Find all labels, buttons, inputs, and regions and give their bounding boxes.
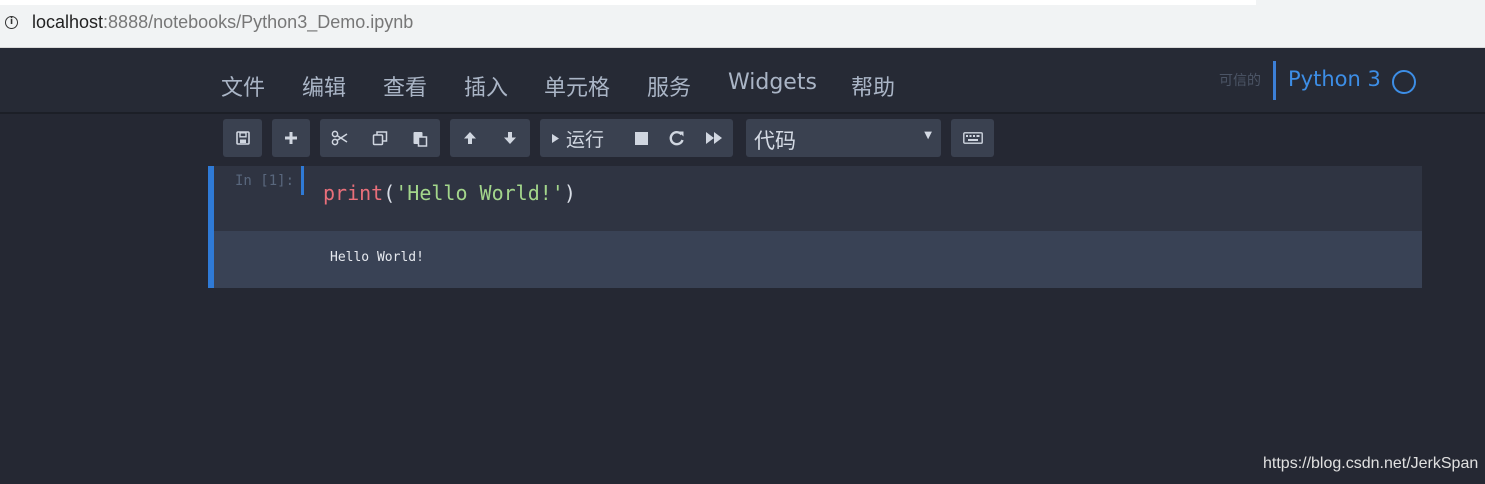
kernel-name[interactable]: Python 3 (1288, 67, 1381, 91)
kernel-status-icon (1392, 70, 1416, 94)
stop-icon (634, 131, 649, 146)
chevron-down-icon: ▼ (924, 130, 932, 141)
run-button-group: 运行 (540, 119, 733, 157)
url-path: :8888/notebooks/Python3_Demo.ipynb (103, 12, 414, 32)
code-function: print (323, 181, 384, 205)
paste-button[interactable] (400, 119, 440, 157)
menu-insert[interactable]: 插入 (464, 70, 508, 102)
cut-icon (331, 130, 349, 146)
kernel-divider (1273, 61, 1276, 100)
url-text[interactable]: localhost:8888/notebooks/Python3_Demo.ip… (32, 12, 413, 33)
menu-help[interactable]: 帮助 (851, 70, 895, 102)
info-icon[interactable]: i (5, 16, 18, 29)
cut-button[interactable] (320, 119, 360, 157)
restart-icon (669, 130, 685, 146)
menu-widgets[interactable]: Widgets (728, 70, 817, 95)
restart-run-all-button[interactable] (695, 119, 733, 157)
plus-icon (284, 131, 298, 145)
url-host: localhost (32, 12, 104, 32)
cell-output-text: Hello World! (330, 250, 424, 265)
menu-cell[interactable]: 单元格 (544, 70, 610, 102)
copy-button[interactable] (360, 119, 400, 157)
cell-type-value: 代码 (754, 129, 796, 153)
browser-address-bar[interactable]: i localhost:8888/notebooks/Python3_Demo.… (0, 0, 1485, 48)
move-down-button[interactable] (490, 119, 530, 157)
save-button[interactable] (223, 119, 262, 157)
menu-kernel[interactable]: 服务 (647, 70, 691, 102)
paste-icon (412, 130, 428, 147)
watermark: https://blog.csdn.net/JerkSpan (1263, 455, 1479, 472)
code-paren-open: ( (383, 181, 396, 205)
fast-forward-icon (705, 131, 723, 145)
menu-view[interactable]: 查看 (383, 70, 427, 102)
run-label: 运行 (566, 128, 605, 151)
copy-icon (372, 130, 388, 146)
arrow-down-icon (502, 130, 518, 146)
menu-file[interactable]: 文件 (221, 70, 265, 102)
trusted-indicator[interactable]: 可信的 (1219, 70, 1261, 90)
input-prompt: In [1]: (235, 173, 295, 189)
run-button[interactable]: 运行 (540, 119, 623, 157)
restart-button[interactable] (659, 119, 695, 157)
browser-top-strip (0, 0, 1256, 5)
code-string: 'Hello World!' (395, 181, 564, 205)
move-up-button[interactable] (450, 119, 490, 157)
code-editor[interactable]: print('Hello World!') (323, 181, 576, 205)
save-icon (235, 130, 251, 146)
code-paren-close: ) (563, 181, 576, 205)
insert-cell-button[interactable] (272, 119, 310, 157)
move-button-group (450, 119, 530, 157)
interrupt-button[interactable] (623, 119, 659, 157)
run-icon (551, 133, 560, 144)
command-palette-button[interactable] (951, 119, 994, 157)
clipboard-button-group (320, 119, 440, 157)
cell-type-select[interactable]: 代码 ▼ (746, 119, 941, 157)
arrow-up-icon (462, 130, 478, 146)
menu-edit[interactable]: 编辑 (302, 70, 346, 102)
prompt-indicator-bar (301, 166, 304, 195)
keyboard-icon (962, 132, 983, 144)
